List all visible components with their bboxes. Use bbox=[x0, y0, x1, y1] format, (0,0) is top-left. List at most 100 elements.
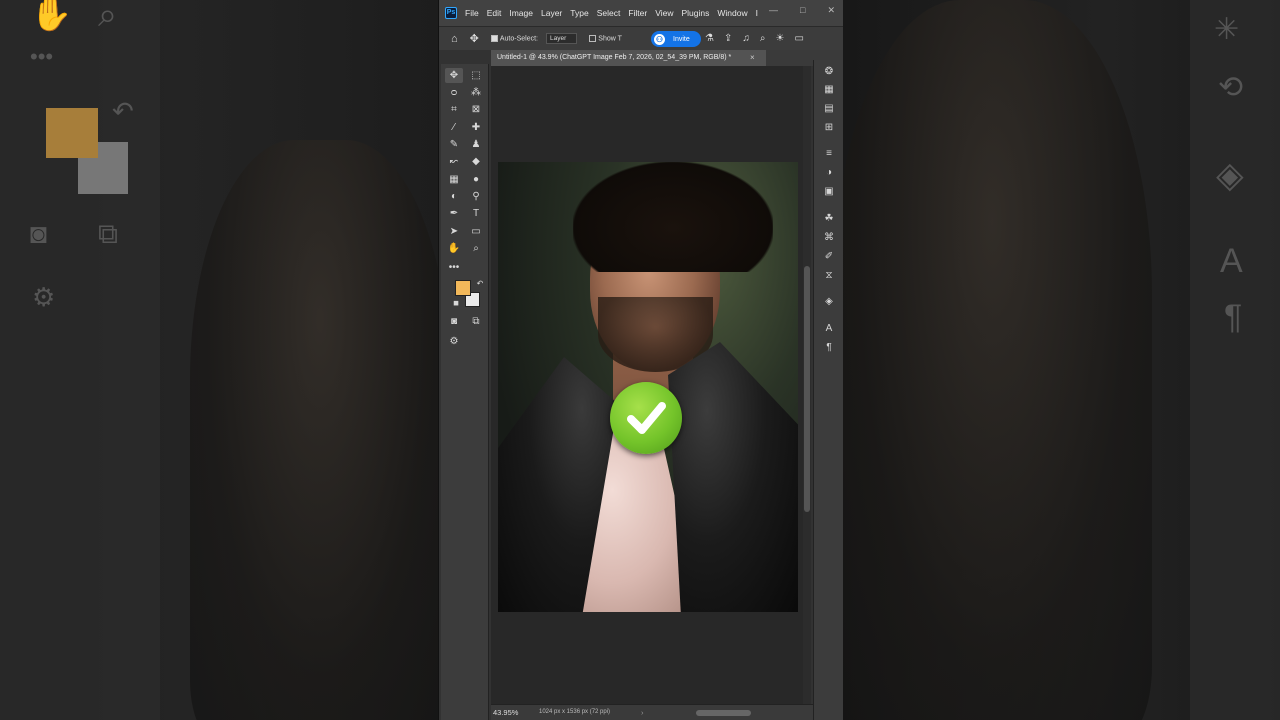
healing-icon[interactable]: ✚ bbox=[467, 120, 485, 135]
auto-select-dropdown[interactable]: Layer bbox=[546, 33, 578, 44]
share-icon[interactable]: ⇪ bbox=[724, 33, 732, 44]
paragraph-icon[interactable]: ¶ bbox=[822, 342, 836, 354]
type-icon[interactable]: T bbox=[467, 206, 485, 221]
menu-view[interactable]: View bbox=[655, 8, 673, 18]
canvas-area[interactable] bbox=[491, 66, 803, 704]
crop-icon[interactable]: ⌗ bbox=[445, 102, 463, 117]
vertical-scrollbar[interactable] bbox=[803, 66, 811, 704]
notifications-icon[interactable]: ♫ bbox=[742, 33, 750, 44]
photoshop-window: Ps File Edit Image Layer Type Select Fil… bbox=[438, 0, 843, 720]
blurred-figure-left bbox=[190, 140, 438, 720]
patterns-icon[interactable]: ⊞ bbox=[822, 122, 836, 134]
character-icon[interactable]: A bbox=[822, 323, 836, 335]
invite-label: Invite bbox=[673, 35, 690, 43]
hand-icon[interactable]: ✋ bbox=[445, 241, 463, 256]
history-brush-icon[interactable]: ↜ bbox=[445, 154, 463, 169]
foreground-color-swatch[interactable] bbox=[455, 280, 471, 296]
workspace-icon[interactable]: ▭ bbox=[794, 33, 803, 44]
show-transform-checkbox[interactable]: Show T bbox=[589, 34, 622, 43]
menu-file[interactable]: File bbox=[465, 8, 479, 18]
properties-icon[interactable]: ▣ bbox=[822, 186, 836, 198]
brush-settings-icon[interactable]: ✐ bbox=[822, 251, 836, 263]
blurred-layers-icon: ◈ bbox=[1216, 154, 1244, 195]
frame-icon[interactable]: ⊠ bbox=[467, 102, 485, 117]
paths-icon[interactable]: ⌘ bbox=[822, 232, 836, 244]
menu-window[interactable]: Window bbox=[717, 8, 747, 18]
menu-image[interactable]: Image bbox=[509, 8, 533, 18]
default-colors-icon[interactable]: ◼ bbox=[447, 296, 465, 311]
search-icon[interactable]: ⌕ bbox=[760, 33, 766, 44]
rectangle-icon[interactable]: ▭ bbox=[467, 224, 485, 239]
menu-help-truncated[interactable]: I bbox=[756, 8, 758, 18]
menu-edit[interactable]: Edit bbox=[487, 8, 502, 18]
maximize-button[interactable]: □ bbox=[800, 5, 805, 16]
more-tools-icon[interactable]: ••• bbox=[445, 260, 463, 275]
stamp-icon[interactable]: ♟ bbox=[467, 137, 485, 152]
blurred-more-icon: ••• bbox=[30, 44, 54, 69]
screen-mode-icon[interactable]: ⧉ bbox=[467, 314, 485, 329]
flask-icon[interactable]: ⚗ bbox=[705, 33, 714, 44]
minimize-button[interactable]: — bbox=[769, 5, 778, 16]
show-transform-label: Show T bbox=[598, 35, 622, 43]
options-right-icons: ⚗ ⇪ ♫ ⌕ ☀ ▭ bbox=[705, 33, 804, 44]
blurred-background-left: ✋ ⌕ ••• ↶ ◙ ⧉ ⚙ bbox=[0, 0, 438, 720]
adjustments-icon[interactable]: ≡ bbox=[822, 148, 836, 160]
blurred-figure-right bbox=[842, 0, 1152, 720]
home-icon[interactable]: ⌂ bbox=[451, 33, 458, 45]
horizontal-scroll-thumb[interactable] bbox=[696, 710, 751, 716]
close-button[interactable]: ✕ bbox=[827, 5, 835, 16]
sponge-icon[interactable]: ⚲ bbox=[467, 189, 485, 204]
menu-filter[interactable]: Filter bbox=[628, 8, 647, 18]
color-icon[interactable]: ❂ bbox=[822, 66, 836, 78]
tools-panel: ✥ ⬚ ᴑ ⁂ ⌗ ⊠ ⁄ ✚ ✎ ♟ ↜ ◆ ▦ ● ◐ ⚲ ✒ T ➤ ▭ … bbox=[441, 64, 489, 720]
path-select-icon[interactable]: ➤ bbox=[445, 224, 463, 239]
move-icon[interactable]: ✥ bbox=[445, 68, 463, 83]
blurred-background-right: ✳ ⟲ ◈ A ¶ bbox=[842, 0, 1280, 720]
menu-type[interactable]: Type bbox=[570, 8, 588, 18]
blurred-swap-icon: ↶ bbox=[112, 96, 134, 126]
libraries-icon[interactable]: ◑ bbox=[822, 167, 836, 179]
panel-dock: ❂ ▦ ▤ ⊞ ≡ ◑ ▣ ☘ ⌘ ✐ ⧖ ◈ A ¶ bbox=[813, 60, 843, 720]
generate-icon[interactable]: ⚙ bbox=[445, 334, 463, 349]
quick-select-icon[interactable]: ⁂ bbox=[467, 85, 485, 100]
menu-plugins[interactable]: Plugins bbox=[681, 8, 709, 18]
blurred-paragraph-icon: ¶ bbox=[1224, 298, 1243, 336]
channels-icon[interactable]: ☘ bbox=[822, 213, 836, 225]
document-image bbox=[498, 162, 798, 612]
zoom-icon[interactable]: ⌕ bbox=[467, 241, 485, 256]
document-tab[interactable]: Untitled-1 @ 43.9% (ChatGPT Image Feb 7,… bbox=[491, 50, 766, 66]
screen: ✋ ⌕ ••• ↶ ◙ ⧉ ⚙ ✳ ⟲ ◈ A ¶ Ps File Edit I… bbox=[0, 0, 1280, 720]
menu-select[interactable]: Select bbox=[597, 8, 621, 18]
gradients-icon[interactable]: ▤ bbox=[822, 103, 836, 115]
menu-layer[interactable]: Layer bbox=[541, 8, 562, 18]
document-info[interactable]: 1024 px x 1536 px (72 ppi) bbox=[539, 705, 610, 720]
status-arrow-icon[interactable]: › bbox=[641, 705, 644, 720]
photoshop-logo-icon[interactable]: Ps bbox=[445, 7, 457, 19]
lasso-icon[interactable]: ᴑ bbox=[445, 85, 463, 100]
vertical-scroll-thumb[interactable] bbox=[804, 266, 810, 512]
tab-close-icon[interactable]: × bbox=[750, 50, 755, 66]
window-controls: — □ ✕ bbox=[769, 5, 835, 16]
auto-select-label: Auto-Select: bbox=[499, 35, 539, 43]
blurred-hand-icon: ✋ bbox=[30, 0, 73, 33]
document-tab-bar: Untitled-1 @ 43.9% (ChatGPT Image Feb 7,… bbox=[491, 50, 843, 66]
move-tool-icon[interactable]: ✥ bbox=[470, 32, 479, 45]
dodge-icon[interactable]: ◐ bbox=[445, 189, 463, 204]
swatches-icon[interactable]: ▦ bbox=[822, 84, 836, 96]
pen-icon[interactable]: ✒ bbox=[445, 206, 463, 221]
zoom-level[interactable]: 43.95% bbox=[493, 705, 518, 720]
gradient-icon[interactable]: ▦ bbox=[445, 172, 463, 187]
blurred-zoom-icon: ⌕ bbox=[98, 0, 118, 34]
auto-select-checkbox[interactable]: Auto-Select: bbox=[490, 34, 539, 43]
swap-colors-icon[interactable]: ↶ bbox=[471, 276, 489, 291]
eraser-icon[interactable]: ◆ bbox=[467, 154, 485, 169]
brush-icon[interactable]: ✎ bbox=[445, 137, 463, 152]
marquee-icon[interactable]: ⬚ bbox=[467, 68, 485, 83]
invite-button[interactable]: ⚇ Invite bbox=[651, 31, 701, 47]
discover-icon[interactable]: ☀ bbox=[775, 33, 784, 44]
layers-icon[interactable]: ◈ bbox=[822, 296, 836, 308]
blur-icon[interactable]: ● bbox=[467, 172, 485, 187]
history-icon[interactable]: ⧖ bbox=[822, 270, 836, 282]
quick-mask-icon[interactable]: ◙ bbox=[445, 314, 463, 329]
eyedropper-icon[interactable]: ⁄ bbox=[445, 120, 463, 135]
